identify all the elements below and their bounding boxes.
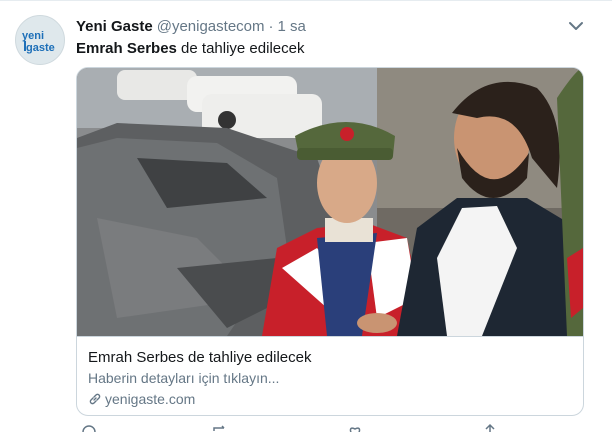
card-body[interactable]: Emrah Serbes de tahliye edilecek Haberin… — [77, 336, 583, 415]
news-photo — [77, 68, 583, 336]
card-image[interactable] — [77, 68, 583, 336]
separator-dot: · — [268, 17, 274, 35]
chevron-down-icon[interactable] — [565, 15, 587, 37]
card-domain[interactable]: yenigaste.com — [88, 391, 195, 407]
yenigaste-logo: yeni gaste — [22, 30, 55, 54]
tweet-header: Yeni Gaste @yenigastecom · 1 sa — [76, 15, 306, 37]
card-description: Haberin detayları için tıklayın... — [88, 370, 280, 386]
author-handle[interactable]: @yenigastecom — [157, 18, 265, 35]
svg-text:gaste: gaste — [26, 42, 55, 54]
tweet-text-rest: de tahliye edilecek — [176, 40, 305, 57]
tweet-text-bold: Emrah Serbes — [76, 40, 177, 57]
link-icon — [89, 393, 101, 405]
card-title[interactable]: Emrah Serbes de tahliye edilecek — [88, 349, 311, 366]
card-domain-text: yenigaste.com — [105, 391, 196, 407]
author-name[interactable]: Yeni Gaste — [76, 18, 153, 35]
tweet-timestamp[interactable]: 1 sa — [278, 18, 306, 35]
tweet-text: Emrah Serbes de tahliye edilecek — [76, 39, 304, 59]
tweet[interactable]: yeni gaste Yeni Gaste @yenigastecom · 1 … — [0, 1, 612, 432]
svg-text:yeni: yeni — [22, 30, 44, 42]
avatar[interactable]: yeni gaste — [15, 15, 65, 65]
link-card[interactable]: Emrah Serbes de tahliye edilecek Haberin… — [76, 67, 584, 416]
